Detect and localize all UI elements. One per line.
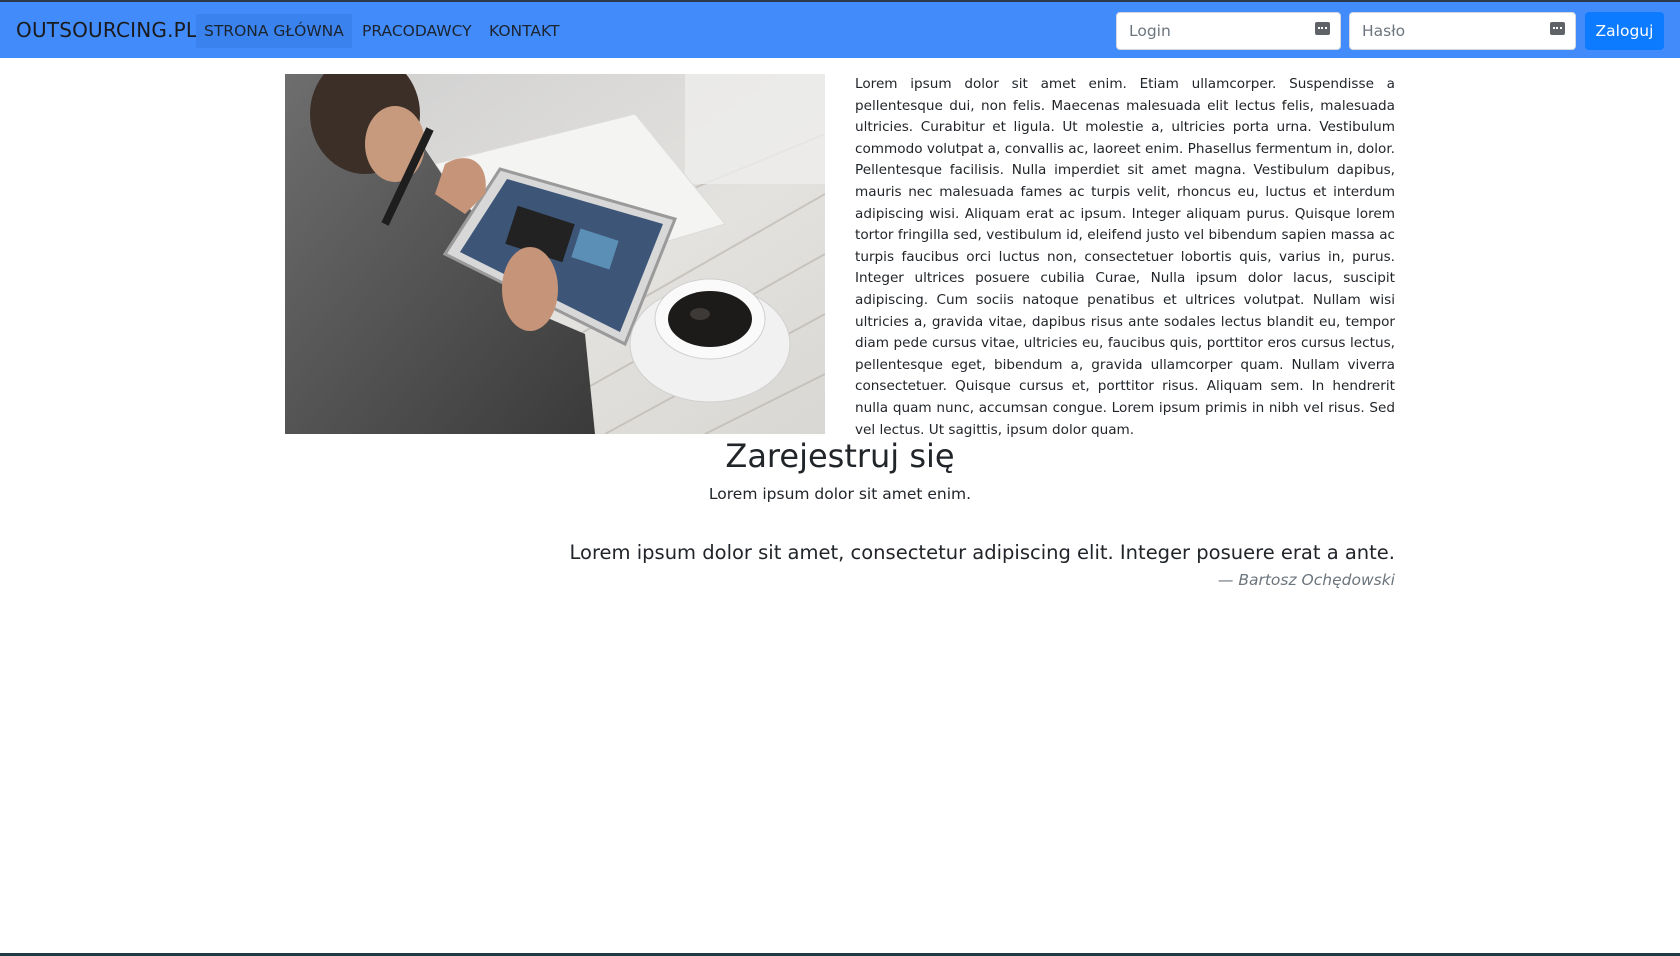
hero-image <box>285 74 825 434</box>
brand-link[interactable]: OUTSOURCING.PL <box>16 2 197 58</box>
quote-author: — Bartosz Ochędowski <box>1217 571 1395 589</box>
login-input[interactable] <box>1117 13 1340 49</box>
register-title: Zarejestruj się <box>725 437 955 475</box>
nav-item-contact[interactable]: KONTAKT <box>481 14 567 48</box>
nav-item-home[interactable]: STRONA GŁÓWNA <box>196 14 352 48</box>
password-input[interactable] <box>1350 13 1575 49</box>
nav-item-employers[interactable]: PRACODAWCY <box>354 14 480 48</box>
register-subtitle: Lorem ipsum dolor sit amet enim. <box>708 485 972 503</box>
photo-man-with-tablet-icon <box>285 74 825 434</box>
password-field <box>1349 12 1576 50</box>
login-button[interactable]: Zaloguj <box>1585 12 1664 50</box>
intro-text: Lorem ipsum dolor sit amet enim. Etiam u… <box>855 76 1395 438</box>
navbar: OUTSOURCING.PL STRONA GŁÓWNA PRACODAWCY … <box>0 2 1680 58</box>
login-field <box>1116 12 1341 50</box>
quote-text: Lorem ipsum dolor sit amet, consectetur … <box>569 541 1395 564</box>
password-manager-icon[interactable] <box>1550 22 1565 35</box>
password-manager-icon[interactable] <box>1315 22 1330 35</box>
